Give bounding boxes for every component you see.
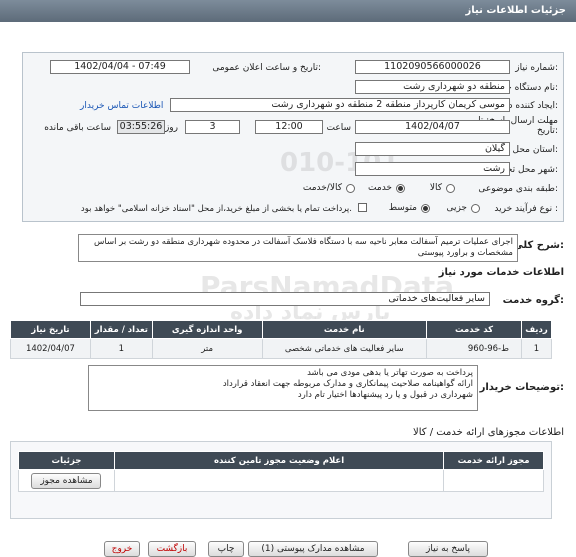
services-header-quantity: تعداد / مقدار (89, 320, 153, 339)
permit-name-cell (443, 469, 544, 492)
process-option-minor-label: جزیی (446, 203, 467, 213)
category-option-service[interactable]: خدمت (360, 183, 405, 195)
buyer-contact-link[interactable]: اطلاعات تماس خریدار (80, 101, 163, 111)
services-section-title: اطلاعات خدمات مورد نیاز (438, 267, 564, 278)
service-code-cell: ط-96-960 (426, 338, 522, 359)
print-button[interactable]: چاپ (208, 541, 244, 557)
category-option-service-label: خدمت (368, 183, 392, 193)
deadline-time-field: 12:00 (255, 120, 323, 134)
process-option-medium[interactable]: متوسط (375, 203, 430, 215)
services-header-row: ردیف (520, 320, 553, 339)
permits-section-title: اطلاعات مجوزهای ارائه خدمت / کالا (413, 427, 564, 438)
service-quantity-cell: 1 (89, 338, 153, 359)
view-permit-button[interactable]: مشاهده مجوز (31, 472, 102, 489)
table-row: مشاهده مجوز (18, 469, 544, 492)
requester-field: موسی کریمان کارپرداز منطقه 2 منطقه دو شه… (170, 98, 510, 112)
treasury-checkbox[interactable] (358, 203, 367, 212)
permits-header-permit: مجوز ارائه خدمت (443, 451, 544, 470)
need-number-field: 1102090566000026 (355, 60, 510, 74)
services-header-unit: واحد اندازه گیری (151, 320, 263, 339)
info-panel (22, 52, 564, 222)
province-field: گیلان (355, 142, 510, 156)
need-number-label: شماره نیاز: (515, 63, 558, 73)
buyer-org-field: منطقه دو شهرداری رشت (355, 80, 510, 94)
process-type-label: نوع فرآیند خرید : (494, 204, 558, 214)
deadline-label-line2: تاریخ: (537, 126, 558, 136)
buyer-notes-label: توضیحات خریدار: (479, 382, 564, 393)
category-radio-service[interactable] (396, 184, 405, 193)
services-header-code: کد خدمت (426, 320, 522, 339)
service-row-cell: 1 (520, 338, 553, 359)
attachments-button[interactable]: مشاهده مدارک پیوستی (1) (248, 541, 378, 557)
category-option-goods-service[interactable]: کالا/خدمت (290, 183, 355, 195)
announce-datetime-field: 1402/04/04 - 07:49 (50, 60, 190, 74)
process-radio-minor[interactable] (471, 204, 480, 213)
deadline-date-field: 1402/04/07 (355, 120, 510, 134)
buyer-note-line-3: شهرداری در قبول و یا رد پیشنهادها اختیار… (297, 390, 473, 400)
process-option-minor[interactable]: جزیی (440, 203, 480, 215)
table-row: 1402/04/07 1 متر سایر فعالیت های خدماتی … (10, 338, 553, 359)
buyer-notes-textbox: پرداخت به صورت تهاتر یا بدهی مودی می باش… (88, 365, 478, 411)
remaining-time-label: ساعت باقی مانده (44, 123, 111, 133)
description-textbox: اجرای عملیات ترمیم آسفالت معابر ناحیه سه… (78, 234, 518, 262)
page-title: جزئیات اطلاعات نیاز (0, 0, 576, 22)
permits-header-details: جزئیات (18, 451, 115, 470)
service-group-label: گروه خدمت: (502, 295, 564, 306)
deadline-days-field: 3 (185, 120, 240, 134)
city-field: رشت (355, 162, 510, 176)
permits-header-status: اعلام وضعیت مجوز تامین کننده (113, 451, 445, 470)
buyer-note-line-2: ارائه گواهینامه صلاحیت پیمانکاری و مدارک… (222, 379, 473, 389)
category-radio-goods[interactable] (446, 184, 455, 193)
process-radio-medium[interactable] (421, 204, 430, 213)
category-option-goods[interactable]: کالا (415, 183, 455, 195)
services-table: تاریخ نیاز تعداد / مقدار واحد اندازه گیر… (10, 320, 553, 359)
services-header-date: تاریخ نیاز (10, 320, 91, 339)
exit-button[interactable]: خروج (104, 541, 140, 557)
services-header-name: نام خدمت (261, 320, 428, 339)
deadline-time-label: ساعت (326, 123, 352, 133)
service-name-cell: سایر فعالیت های خدماتی شخصی (261, 338, 428, 359)
service-date-cell: 1402/04/07 (10, 338, 91, 359)
process-option-medium-label: متوسط (388, 203, 417, 213)
service-group-field: سایر فعالیت‌های خدماتی (80, 292, 490, 306)
category-label: طبقه بندی موضوعی: (478, 184, 558, 194)
treasury-note: پرداخت تمام یا بخشی از مبلغ خرید،از محل … (80, 204, 352, 214)
back-button[interactable]: بازگشت (148, 541, 196, 557)
permit-status-cell (113, 469, 445, 492)
category-option-goods-label: کالا (429, 183, 442, 193)
reply-button[interactable]: پاسخ به نیاز (408, 541, 488, 557)
buyer-note-line-1: پرداخت به صورت تهاتر یا بدهی مودی می باش… (307, 368, 473, 378)
remaining-time-field: 03:55:26 (117, 120, 165, 134)
permit-details-cell: مشاهده مجوز (18, 469, 115, 492)
announce-datetime-label: تاریخ و ساعت اعلان عمومی: (212, 63, 321, 73)
service-unit-cell: متر (151, 338, 263, 359)
permits-table: جزئیات اعلام وضعیت مجوز تامین کننده مجوز… (18, 451, 544, 492)
category-option-goods-service-label: کالا/خدمت (302, 183, 342, 193)
category-radio-goods-service[interactable] (346, 184, 355, 193)
